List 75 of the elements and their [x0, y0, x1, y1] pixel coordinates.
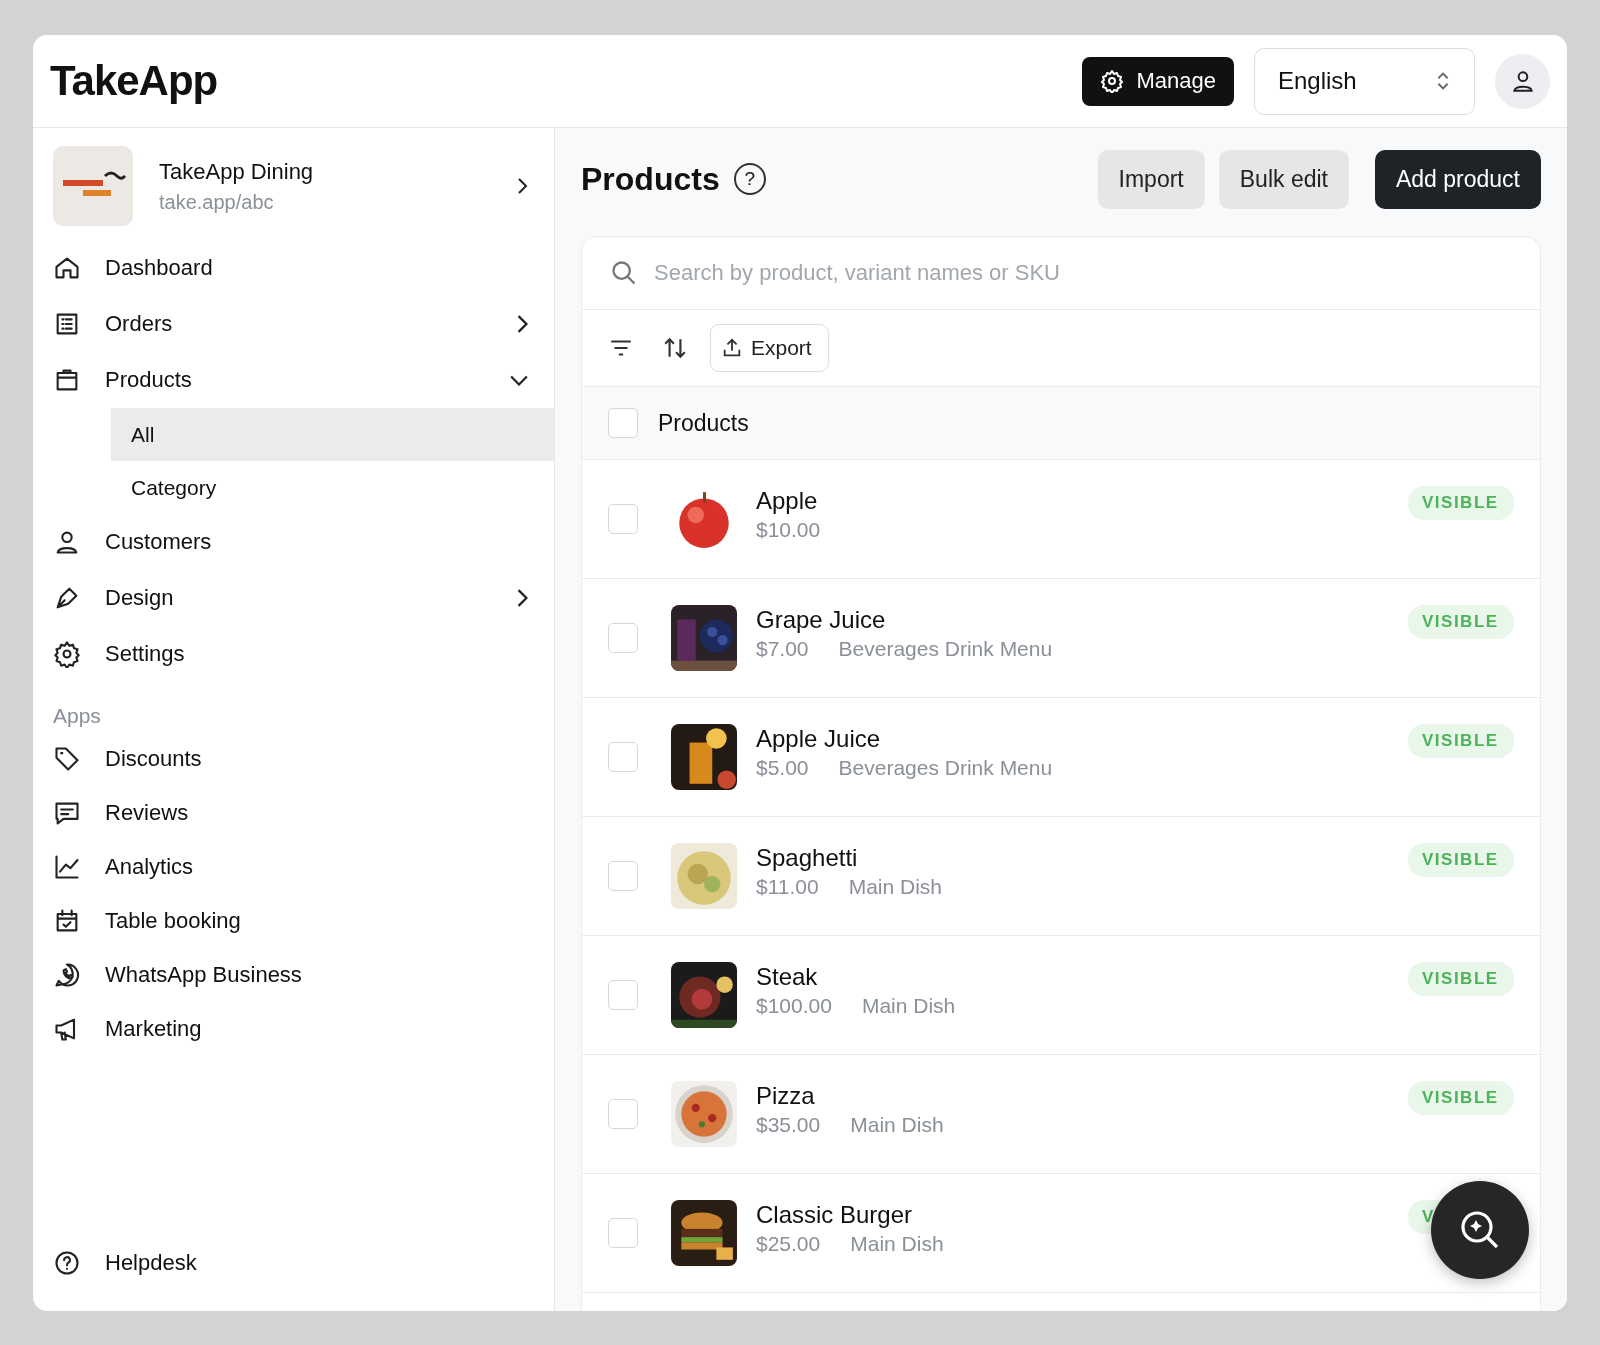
product-price: $35.00 — [756, 1112, 821, 1137]
nav-item[interactable]: Reviews — [53, 786, 554, 840]
product-price: $7.00 — [756, 636, 809, 661]
nav-item[interactable]: Discounts — [53, 732, 554, 786]
add-button[interactable]: Add product — [1374, 149, 1541, 209]
upload-icon — [721, 337, 743, 359]
nav-item[interactable]: Dashboard — [53, 240, 554, 296]
chevron-right-icon — [517, 315, 528, 333]
settings-icon — [1100, 69, 1125, 93]
tag-icon — [53, 745, 81, 773]
nav-item[interactable]: Orders — [53, 296, 554, 352]
chevron-right-icon — [517, 589, 528, 607]
product-category: Main Dish — [850, 1112, 944, 1137]
nav-item[interactable]: WhatsApp Business — [53, 948, 554, 1002]
chart-icon — [53, 853, 81, 881]
checkbox[interactable] — [608, 861, 638, 891]
nav-item[interactable]: Helpdesk — [53, 1235, 554, 1291]
status-badge: VISIBLE — [1408, 1081, 1514, 1115]
product-price: $10.00 — [756, 517, 821, 542]
status-badge: VISIBLE — [1408, 962, 1514, 996]
product-name: Steak — [756, 962, 819, 991]
checkbox[interactable] — [608, 1099, 638, 1129]
product-price: $5.00 — [756, 755, 809, 780]
column-header: Products — [658, 409, 749, 437]
settings-icon — [53, 640, 81, 668]
checkbox[interactable] — [608, 1218, 638, 1248]
store-url: take.app/abc — [159, 190, 275, 214]
product-name: Classic Burger — [756, 1200, 914, 1229]
status-badge: VISIBLE — [1408, 843, 1514, 877]
help-button[interactable]: ? — [733, 163, 766, 195]
checkbox[interactable] — [608, 742, 638, 772]
action-button[interactable]: Bulk edit — [1218, 149, 1349, 209]
status-badge: VISIBLE — [1408, 724, 1514, 758]
product-name: Pizza — [756, 1081, 816, 1110]
store-name: TakeApp Dining — [159, 158, 315, 185]
store-switcher[interactable]: TakeApp Dining take.app/abc — [53, 146, 554, 226]
action-button[interactable]: Import — [1097, 149, 1205, 209]
checkbox[interactable] — [608, 504, 638, 534]
checkbox[interactable] — [608, 623, 638, 653]
product-category: Main Dish — [850, 1231, 944, 1256]
export-button[interactable]: Export — [710, 324, 829, 372]
checkbox[interactable] — [608, 980, 638, 1010]
status-badge: VISIBLE — [1408, 486, 1514, 520]
nav-item[interactable]: Table booking — [53, 894, 554, 948]
product-category: Beverages Drink Menu — [838, 636, 1053, 661]
nav-item[interactable]: Customers — [53, 514, 554, 570]
product-category: Main Dish — [848, 874, 943, 899]
chevron-down-icon — [510, 374, 528, 386]
nav-item[interactable]: Analytics — [53, 840, 554, 894]
subnav-item[interactable]: Category — [111, 461, 554, 514]
product-category: Beverages Drink Menu — [838, 755, 1053, 780]
product-price: $100.00 — [756, 993, 832, 1018]
product-price: $25.00 — [756, 1231, 821, 1256]
nav-item[interactable]: Products — [53, 352, 554, 408]
search-icon — [610, 259, 638, 287]
product-name: Apple — [756, 486, 819, 515]
product-price: $11.00 — [756, 874, 819, 899]
checkbox[interactable] — [608, 408, 638, 438]
sort-icon[interactable] — [662, 335, 688, 361]
subnav-item[interactable]: All — [111, 408, 554, 461]
product-name: Apple Juice — [756, 724, 882, 753]
language-select[interactable]: English — [1254, 47, 1475, 115]
product-category: Main Dish — [861, 993, 956, 1018]
logo-text: TakeApp — [50, 57, 218, 105]
nav-item[interactable]: Settings — [53, 626, 554, 682]
status-badge: VISIBLE — [1408, 605, 1514, 639]
product-name: Grape Juice — [756, 605, 887, 634]
nav-item[interactable]: Design — [53, 570, 554, 626]
nav-item[interactable]: Marketing — [53, 1002, 554, 1056]
product-name: Spaghetti — [756, 843, 859, 872]
page-title: Products — [581, 160, 720, 198]
help-icon — [53, 1249, 81, 1277]
manage-button[interactable]: Manage — [1082, 56, 1234, 106]
section-heading: Apps — [53, 704, 102, 728]
search-field[interactable]: Search by product, variant names or SKU — [652, 259, 1512, 287]
